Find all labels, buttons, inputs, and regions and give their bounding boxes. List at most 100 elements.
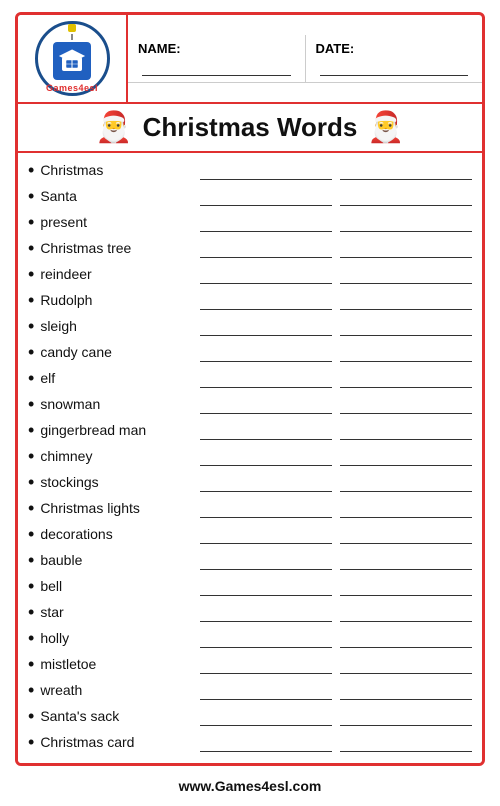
- write-line-2[interactable]: [340, 576, 472, 596]
- write-line-1[interactable]: [200, 472, 332, 492]
- write-line-2[interactable]: [340, 654, 472, 674]
- write-line-2[interactable]: [340, 238, 472, 258]
- write-lines-group: [200, 680, 472, 700]
- write-line-1[interactable]: [200, 264, 332, 284]
- write-line-2[interactable]: [340, 342, 472, 362]
- word-row: •present: [28, 209, 472, 235]
- write-line-1[interactable]: [200, 160, 332, 180]
- write-lines-group: [200, 186, 472, 206]
- write-line-1[interactable]: [200, 654, 332, 674]
- word-row: •reindeer: [28, 261, 472, 287]
- write-line-2[interactable]: [340, 446, 472, 466]
- word-row: •Christmas tree: [28, 235, 472, 261]
- word-row: •stockings: [28, 469, 472, 495]
- write-line-2[interactable]: [340, 368, 472, 388]
- bullet-icon: •: [28, 499, 34, 517]
- title-row: 🎅 Christmas Words 🎅: [18, 104, 482, 153]
- write-lines-group: [200, 264, 472, 284]
- word-row: •gingerbread man: [28, 417, 472, 443]
- write-line-2[interactable]: [340, 550, 472, 570]
- write-line-2[interactable]: [340, 186, 472, 206]
- word-row: •candy cane: [28, 339, 472, 365]
- santa-icon-right: 🎅: [367, 110, 404, 145]
- bullet-icon: •: [28, 239, 34, 257]
- write-line-2[interactable]: [340, 160, 472, 180]
- word-label: Santa: [40, 188, 200, 204]
- write-line-1[interactable]: [200, 290, 332, 310]
- write-line-2[interactable]: [340, 394, 472, 414]
- write-lines-group: [200, 732, 472, 752]
- write-lines-group: [200, 420, 472, 440]
- write-line-2[interactable]: [340, 212, 472, 232]
- write-line-2[interactable]: [340, 290, 472, 310]
- bullet-icon: •: [28, 343, 34, 361]
- write-lines-group: [200, 706, 472, 726]
- write-line-1[interactable]: [200, 498, 332, 518]
- bullet-icon: •: [28, 525, 34, 543]
- footer: www.Games4esl.com: [179, 778, 322, 794]
- word-row: •snowman: [28, 391, 472, 417]
- word-label: star: [40, 604, 200, 620]
- write-line-1[interactable]: [200, 446, 332, 466]
- write-line-1[interactable]: [200, 394, 332, 414]
- write-line-1[interactable]: [200, 316, 332, 336]
- write-line-2[interactable]: [340, 680, 472, 700]
- write-line-2[interactable]: [340, 498, 472, 518]
- write-line-1[interactable]: [200, 602, 332, 622]
- write-line-1[interactable]: [200, 628, 332, 648]
- write-line-1[interactable]: [200, 420, 332, 440]
- name-row: NAME: DATE:: [128, 35, 482, 83]
- write-line-1[interactable]: [200, 732, 332, 752]
- page: Games4esl NAME: DATE: 🎅 Christ: [0, 0, 500, 806]
- word-label: sleigh: [40, 318, 200, 334]
- write-line-2[interactable]: [340, 472, 472, 492]
- write-line-2[interactable]: [340, 732, 472, 752]
- logo-text: Games4esl: [46, 83, 98, 93]
- write-line-1[interactable]: [200, 186, 332, 206]
- write-line-1[interactable]: [200, 212, 332, 232]
- logo-box: Games4esl: [35, 21, 110, 96]
- write-line-2[interactable]: [340, 602, 472, 622]
- write-lines-group: [200, 238, 472, 258]
- bullet-icon: •: [28, 603, 34, 621]
- bullet-icon: •: [28, 265, 34, 283]
- write-line-1[interactable]: [200, 576, 332, 596]
- word-label: bauble: [40, 552, 200, 568]
- write-line-2[interactable]: [340, 264, 472, 284]
- date-line[interactable]: [320, 58, 469, 76]
- word-row: •decorations: [28, 521, 472, 547]
- write-line-1[interactable]: [200, 368, 332, 388]
- date-label: DATE:: [316, 41, 355, 56]
- write-line-1[interactable]: [200, 238, 332, 258]
- write-line-1[interactable]: [200, 342, 332, 362]
- write-lines-group: [200, 524, 472, 544]
- write-line-1[interactable]: [200, 524, 332, 544]
- write-line-2[interactable]: [340, 316, 472, 336]
- name-date-cell: NAME: DATE:: [128, 15, 482, 102]
- write-line-2[interactable]: [340, 628, 472, 648]
- word-row: •bell: [28, 573, 472, 599]
- bullet-icon: •: [28, 551, 34, 569]
- logo-svg: [58, 47, 86, 75]
- word-label: bell: [40, 578, 200, 594]
- bullet-icon: •: [28, 655, 34, 673]
- write-line-2[interactable]: [340, 420, 472, 440]
- write-lines-group: [200, 368, 472, 388]
- word-row: •chimney: [28, 443, 472, 469]
- bullet-icon: •: [28, 395, 34, 413]
- word-row: •mistletoe: [28, 651, 472, 677]
- bullet-icon: •: [28, 447, 34, 465]
- header-top: Games4esl NAME: DATE:: [18, 15, 482, 104]
- word-row: •Christmas card: [28, 729, 472, 755]
- santa-icon-left: 🎅: [95, 110, 132, 145]
- footer-url: www.Games4esl.com: [179, 778, 322, 794]
- write-line-1[interactable]: [200, 706, 332, 726]
- write-line-2[interactable]: [340, 706, 472, 726]
- name-line[interactable]: [142, 58, 291, 76]
- write-line-2[interactable]: [340, 524, 472, 544]
- write-lines-group: [200, 316, 472, 336]
- word-label: Christmas: [40, 162, 200, 178]
- word-label: elf: [40, 370, 200, 386]
- write-line-1[interactable]: [200, 680, 332, 700]
- write-line-1[interactable]: [200, 550, 332, 570]
